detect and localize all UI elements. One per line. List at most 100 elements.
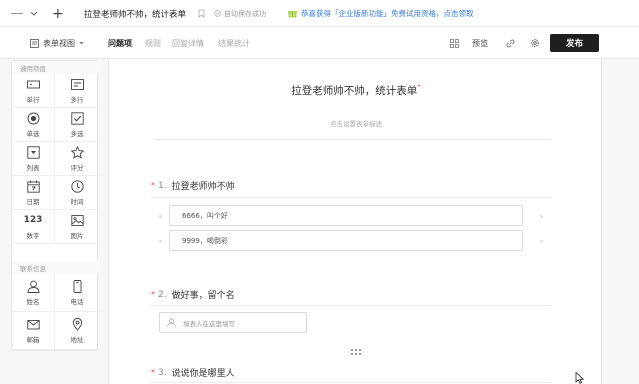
- palette-item-single-line[interactable]: 单行: [12, 74, 55, 108]
- question-text: 说说你是哪里人: [171, 369, 235, 379]
- calendar-icon: [26, 180, 40, 193]
- chevron-down-icon: [31, 11, 37, 16]
- add-icon[interactable]: +: [52, 0, 64, 27]
- form-title[interactable]: 拉登老师帅不帅，统计表单•: [109, 83, 603, 98]
- divider: [151, 197, 551, 198]
- question-2-title[interactable]: * 2. 做好事，留个名: [151, 288, 235, 302]
- palette-item-label: 时间: [70, 197, 84, 206]
- divider: [155, 139, 551, 140]
- form-canvas: 拉登老师帅不帅，统计表单• 点击设置表单描述 * 1. 拉登老师帅不帅 6666…: [108, 59, 602, 384]
- form-view-icon: [30, 38, 39, 48]
- promo-text: 恭喜获得「企业版新功能」免费试用资格，点击领取: [301, 9, 474, 18]
- promo-link[interactable]: 恭喜获得「企业版新功能」免费试用资格，点击领取: [288, 0, 474, 27]
- tab-questions[interactable]: 问题项: [108, 27, 132, 59]
- person-icon: [27, 280, 39, 293]
- view-label: 表单视图: [43, 38, 75, 48]
- name-input[interactable]: 填表人在这里填写: [159, 312, 307, 333]
- view-switcher[interactable]: 表单视图: [30, 27, 84, 59]
- required-star: *: [151, 290, 155, 299]
- clock-icon: [70, 179, 84, 193]
- palette-item-label: 单行: [26, 95, 40, 104]
- question-number: 3.: [158, 367, 167, 378]
- location-icon: [72, 317, 82, 331]
- palette-item-label: 电话: [70, 297, 84, 306]
- palette-item-time[interactable]: 时间: [55, 176, 99, 210]
- palette-grid-contact: 姓名 电话 邮箱 地址: [12, 274, 99, 350]
- palette-item-address[interactable]: 地址: [55, 312, 99, 350]
- palette-item-date[interactable]: 日期: [12, 176, 55, 210]
- component-palette: 通用项目 单行 多行 单选 多选 列表 评分 日期 时间 123 数字 图片 联…: [11, 60, 99, 351]
- autosave-status: 自动保存成功: [214, 0, 266, 27]
- drag-handle-icon[interactable]: [351, 349, 361, 355]
- form-description[interactable]: 点击设置表单描述: [109, 118, 603, 128]
- phone-icon: [73, 279, 81, 293]
- dropdown-icon: [26, 145, 40, 159]
- preview-button[interactable]: 预览: [472, 27, 488, 59]
- palette-item-radio[interactable]: 单选: [12, 108, 55, 142]
- palette-item-checkbox[interactable]: 多选: [55, 108, 99, 142]
- palette-item-dropdown[interactable]: 列表: [12, 142, 55, 176]
- check-circle-icon: [214, 10, 221, 17]
- palette-item-rating[interactable]: 评分: [55, 142, 99, 176]
- question-text: 做好事，留个名: [171, 291, 235, 301]
- required-star: *: [151, 368, 155, 377]
- single-line-icon: [26, 80, 40, 88]
- palette-item-label: 评分: [70, 163, 84, 172]
- question-3-title[interactable]: * 3. 说说你是哪里人: [151, 366, 235, 380]
- palette-item-label: 多选: [70, 129, 84, 138]
- palette-item-multi-line[interactable]: 多行: [55, 74, 99, 108]
- option-handle: [540, 240, 543, 243]
- palette-item-label: 日期: [26, 197, 40, 206]
- question-text: 拉登老师帅不帅: [171, 182, 235, 192]
- radio-icon: [27, 112, 39, 124]
- publish-button[interactable]: 发布: [550, 34, 599, 52]
- palette-item-label: 姓名: [26, 297, 40, 306]
- checkbox-icon: [70, 111, 84, 125]
- option-bullet: [159, 215, 162, 218]
- option-2[interactable]: 9999，喝倒彩: [169, 230, 523, 251]
- tab-statistics[interactable]: 结果统计: [218, 27, 250, 59]
- palette-item-email[interactable]: 邮箱: [12, 312, 55, 350]
- palette-heading-contact: 联系信息: [12, 261, 99, 274]
- palette-item-image[interactable]: 图片: [55, 210, 99, 244]
- tab-replies[interactable]: 回复详情: [172, 27, 204, 59]
- question-number: 2.: [158, 289, 167, 300]
- palette-item-phone[interactable]: 电话: [55, 274, 99, 312]
- title-dot: •: [417, 83, 421, 90]
- palette-item-label: 数字: [26, 231, 40, 240]
- top-bar: + 拉登老师帅不帅，统计表单 自动保存成功 恭喜获得「企业版新功能」免费试用资格…: [0, 0, 639, 27]
- palette-item-name[interactable]: 姓名: [12, 274, 55, 312]
- palette-item-number[interactable]: 123 数字: [12, 210, 55, 244]
- image-icon: [70, 214, 84, 226]
- divider: [151, 382, 551, 383]
- grid-icon[interactable]: [450, 27, 459, 59]
- right-margin: [603, 59, 639, 384]
- link-icon[interactable]: [506, 27, 515, 59]
- option-bullet: [159, 240, 162, 243]
- number-icon: 123: [23, 214, 43, 225]
- gift-icon: [288, 11, 297, 18]
- palette-item-label: 单选: [26, 129, 40, 138]
- option-1[interactable]: 6666，叫个好: [169, 205, 523, 226]
- editor-toolbar: 表单视图 问题项 规则 回复详情 结果统计 预览: [0, 27, 639, 59]
- bookmark-icon[interactable]: [198, 0, 205, 27]
- autosave-text: 自动保存成功: [224, 9, 266, 18]
- mouse-cursor-icon: [575, 372, 585, 384]
- settings-icon[interactable]: [530, 27, 540, 59]
- input-placeholder: 填表人在这里填写: [183, 319, 235, 328]
- chevron-down-icon: [79, 41, 84, 44]
- form-name[interactable]: 拉登老师帅不帅，统计表单: [84, 0, 186, 27]
- menu-dropdown[interactable]: [11, 0, 37, 27]
- question-1-title[interactable]: * 1. 拉登老师帅不帅: [151, 179, 235, 193]
- palette-item-label: 图片: [70, 231, 84, 240]
- palette-item-label: 多行: [70, 95, 84, 104]
- palette-heading-common: 通用项目: [12, 61, 99, 74]
- multi-line-icon: [70, 78, 84, 90]
- required-star: *: [151, 181, 155, 190]
- palette-item-label: 列表: [26, 163, 40, 172]
- tab-rules[interactable]: 规则: [145, 27, 161, 59]
- divider: [151, 305, 551, 306]
- mail-icon: [26, 319, 40, 329]
- star-icon: [70, 145, 84, 159]
- person-icon: [167, 318, 176, 327]
